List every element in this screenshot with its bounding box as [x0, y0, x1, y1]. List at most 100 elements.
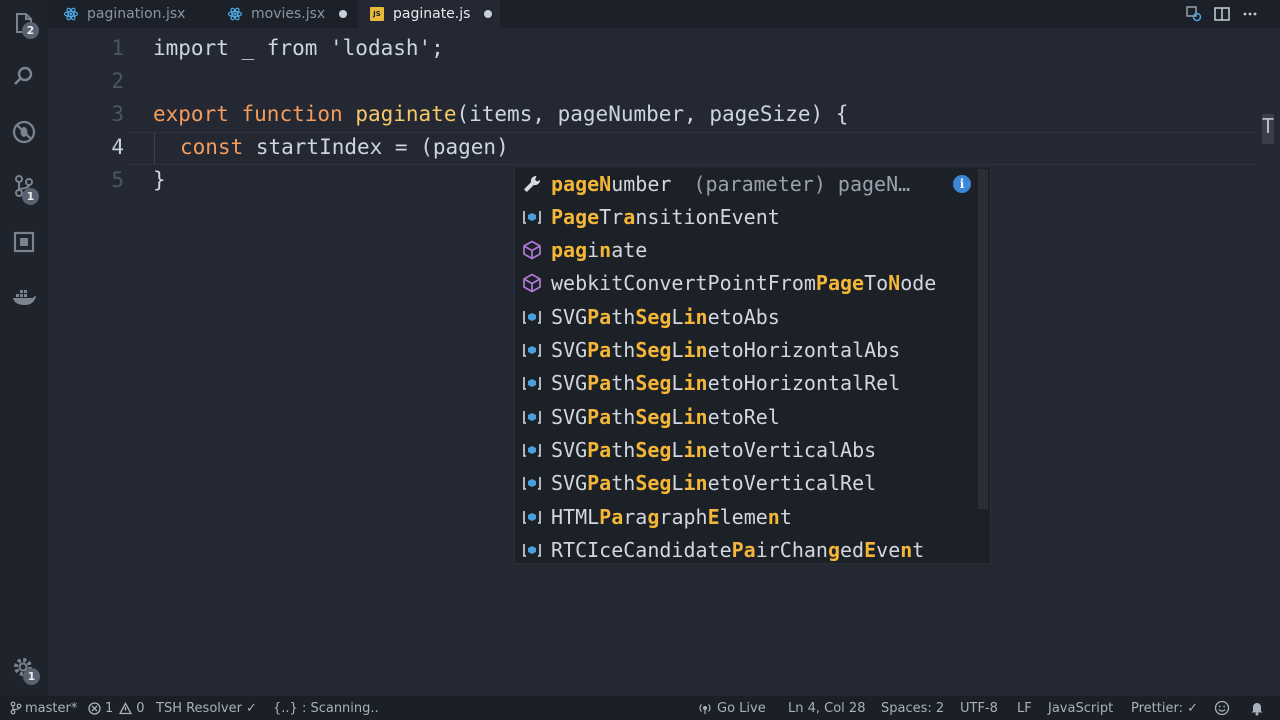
error-count: 1	[105, 700, 114, 716]
branch-status[interactable]: master*	[10, 696, 77, 720]
compare-changes-icon[interactable]	[1184, 4, 1204, 24]
minimap-text: T	[1262, 114, 1275, 138]
bell-icon	[1251, 703, 1263, 716]
prettier-status[interactable]: Prettier: ✓	[1131, 696, 1198, 720]
field-icon	[521, 539, 543, 561]
line-number: 2	[111, 69, 124, 93]
tab-paginate-js[interactable]: JS paginate.js	[358, 0, 500, 28]
docker-whale-icon	[13, 290, 36, 305]
keyword: const	[180, 135, 244, 159]
code-line-4: const startIndex = (pagen)	[180, 135, 509, 159]
code-text: (items, pageNumber, pageSize) {	[456, 102, 849, 126]
tab-bar: pagination.jsx movies.jsx JS paginate.js	[48, 0, 1280, 28]
suggestion-item[interactable]: SVGPathSegLinetoHorizontalRel	[515, 367, 977, 400]
suggestion-label: SVGPathSegLinetoAbs	[551, 304, 780, 329]
line-number: 4	[111, 135, 124, 159]
language-mode[interactable]: JavaScript	[1048, 696, 1113, 720]
tab-label: pagination.jsx	[87, 6, 186, 22]
status-bar: master* 1 0 TSH Resolver ✓ {..} : Scanni…	[0, 696, 1280, 720]
no-bug-icon	[12, 120, 36, 144]
problems-status[interactable]: 1 0	[88, 696, 145, 720]
suggestion-label: SVGPathSegLinetoRel	[551, 404, 780, 429]
js-icon: JS	[370, 7, 384, 21]
activity-bar: 2 1 1	[0, 0, 48, 696]
field-icon	[521, 206, 543, 228]
suggestion-item[interactable]: SVGPathSegLinetoVerticalRel	[515, 467, 977, 500]
eol-status[interactable]: LF	[1017, 696, 1032, 720]
field-icon	[521, 372, 543, 394]
suggest-scrollbar[interactable]	[978, 169, 988, 509]
more-actions-icon[interactable]	[1240, 4, 1260, 24]
field-icon	[521, 506, 543, 528]
suggestion-item[interactable]: SVGPathSegLinetoAbs	[515, 300, 977, 333]
suggestion-item[interactable]: paginate	[515, 234, 977, 267]
string-literal: 'lodash';	[317, 36, 444, 60]
encoding-status[interactable]: UTF-8	[960, 696, 998, 720]
suggestion-label: HTMLParagraphElement	[551, 504, 792, 529]
go-live-button[interactable]: Go Live	[698, 696, 766, 720]
extensions-button[interactable]	[0, 218, 48, 266]
suggestion-label: SVGPathSegLinetoHorizontalAbs	[551, 338, 901, 362]
search-button[interactable]	[0, 52, 48, 100]
suggestion-item[interactable]: SVGPathSegLinetoVerticalAbs	[515, 433, 977, 466]
feedback-button[interactable]	[1214, 696, 1230, 720]
suggestion-label: RTCIceCandidatePairChangedEvent	[551, 537, 925, 562]
tab-movies-jsx[interactable]: movies.jsx	[218, 0, 354, 28]
explorer-button[interactable]: 2	[0, 0, 48, 48]
suggestion-label: SVGPathSegLinetoVerticalRel	[551, 471, 877, 496]
suggestion-item[interactable]: pageNumber (parameter) pageN… i	[515, 167, 977, 200]
suggestion-item[interactable]: SVGPathSegLinetoHorizontalAbs	[515, 334, 977, 367]
function-name: paginate	[355, 102, 457, 126]
suggestion-label: pageNumber	[551, 171, 672, 196]
scm-badge: 1	[22, 188, 39, 205]
field-icon	[521, 306, 543, 328]
tab-pagination-jsx[interactable]: pagination.jsx	[54, 0, 214, 28]
cube-icon	[521, 239, 543, 261]
unsaved-dot-icon	[484, 10, 493, 18]
docker-button[interactable]	[0, 274, 48, 322]
debug-button[interactable]	[0, 108, 48, 156]
suggestion-label: paginate	[551, 238, 648, 263]
keyword: from	[266, 36, 318, 60]
error-icon	[88, 701, 101, 715]
suggestion-item[interactable]: PageTransitionEvent	[515, 200, 977, 233]
code-line-3: export function paginate(items, pageNumb…	[153, 102, 848, 126]
source-control-button[interactable]: 1	[0, 162, 48, 210]
resolver-status[interactable]: TSH Resolver ✓	[156, 696, 257, 720]
scanning-status: {..} : Scanning..	[273, 700, 379, 716]
explorer-badge: 2	[22, 22, 39, 39]
settings-badge: 1	[23, 668, 40, 685]
field-icon	[521, 472, 543, 494]
autocomplete-widget: pageNumber (parameter) pageN… i PageTransit…	[514, 166, 991, 564]
cube-icon	[521, 272, 543, 294]
split-editor-icon[interactable]	[1212, 4, 1232, 24]
branch-name: master*	[25, 700, 78, 716]
indent-guide	[154, 133, 155, 164]
search-icon	[14, 66, 33, 85]
indentation-status[interactable]: Spaces: 2	[881, 696, 944, 720]
code-line-1: import _ from 'lodash';	[153, 36, 444, 60]
suggestion-item[interactable]: HTMLParagraphElement	[515, 500, 977, 533]
keyword: function	[241, 102, 343, 126]
code-text: startIndex = (pagen)	[243, 135, 509, 159]
warning-icon	[119, 701, 133, 714]
info-icon[interactable]: i	[953, 174, 971, 193]
react-icon	[64, 7, 78, 21]
warning-count: 0	[136, 700, 145, 716]
extensions-icon	[13, 231, 35, 253]
suggestion-item[interactable]: SVGPathSegLinetoRel	[515, 400, 977, 433]
field-icon	[521, 439, 543, 461]
code-line-5: }	[153, 168, 166, 192]
notifications-button[interactable]	[1250, 696, 1264, 720]
field-icon	[521, 339, 543, 361]
manage-button[interactable]: 1	[0, 644, 48, 692]
suggestion-detail: (parameter) pageN…	[693, 171, 911, 196]
suggestion-label: SVGPathSegLinetoVerticalAbs	[551, 437, 877, 462]
smiley-icon	[1214, 700, 1230, 716]
suggestion-item[interactable]: RTCIceCandidatePairChangedEvent	[515, 533, 977, 566]
field-icon	[521, 406, 543, 428]
suggestion-item[interactable]: webkitConvertPointFromPageToNode	[515, 267, 977, 300]
broadcast-icon	[699, 704, 711, 714]
tab-label: movies.jsx	[251, 6, 326, 22]
cursor-position[interactable]: Ln 4, Col 28	[788, 696, 865, 720]
